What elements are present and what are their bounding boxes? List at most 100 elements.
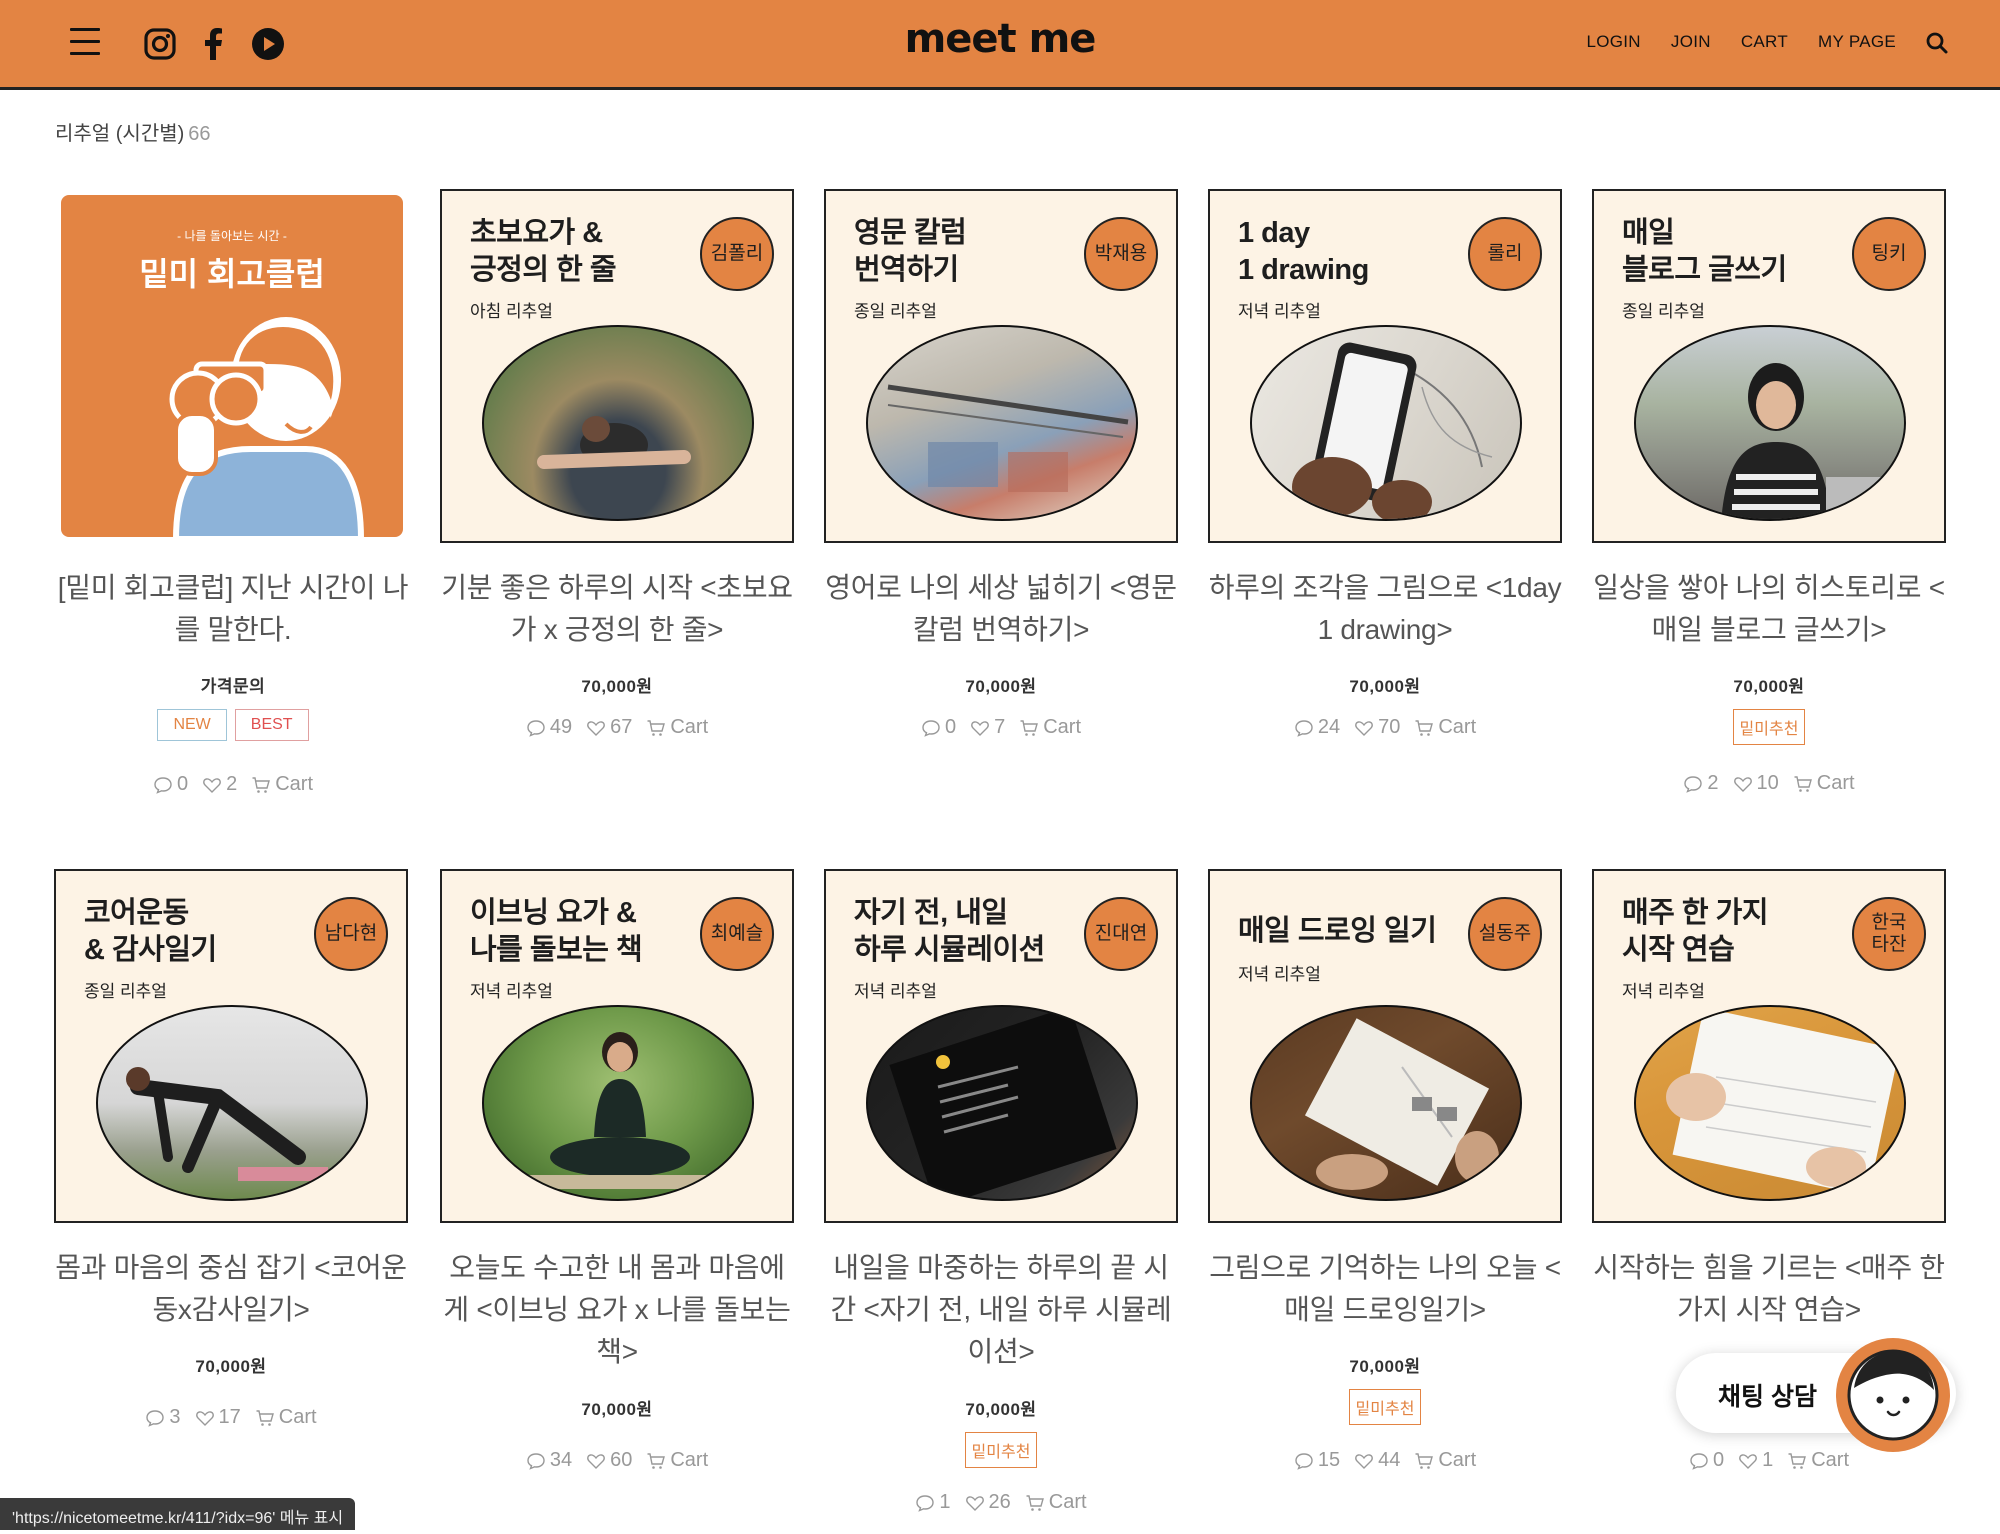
product-thumbnail[interactable]: 영문 칼럼 번역하기 종일 리추얼 박재용 xyxy=(824,189,1178,543)
product-thumbnail[interactable]: 1 day 1 drawing 저녁 리추얼 롤리 xyxy=(1208,189,1562,543)
like-count[interactable]: 1 xyxy=(1738,1449,1773,1472)
product-name[interactable]: 오늘도 수고한 내 몸과 마음에게 <이브닝 요가 x 나를 돌보는 책> xyxy=(440,1247,794,1373)
evening-yoga-photo xyxy=(482,1005,754,1201)
add-to-cart-button[interactable]: Cart xyxy=(1414,716,1476,739)
add-to-cart-button[interactable]: Cart xyxy=(646,1449,708,1472)
cart-icon xyxy=(252,776,271,793)
like-count[interactable]: 60 xyxy=(586,1449,632,1472)
product-thumbnail[interactable]: 매일 블로그 글쓰기 종일 리추얼 팅키 xyxy=(1592,189,1946,543)
host-badge: 남다현 xyxy=(314,897,388,971)
product-price: 70,000원 xyxy=(581,677,653,696)
thumbnail-subtitle: 저녁 리추얼 xyxy=(854,982,937,1001)
comment-count[interactable]: 0 xyxy=(153,773,188,796)
comment-count[interactable]: 49 xyxy=(526,716,572,739)
product-thumbnail[interactable]: - 나를 돌아보는 시간 - 밑미 회고클럽 xyxy=(56,189,410,543)
add-to-cart-button[interactable]: Cart xyxy=(1025,1491,1087,1514)
add-to-cart-button[interactable]: Cart xyxy=(1793,772,1855,795)
heart-icon xyxy=(971,720,989,736)
search-icon[interactable] xyxy=(1924,30,1950,56)
product-tags: 밑미추천 xyxy=(1208,1389,1562,1425)
comment-count[interactable]: 2 xyxy=(1683,772,1719,795)
thumbnail-title: 1 day 1 drawing xyxy=(1238,217,1369,286)
drawing-diary-photo xyxy=(1250,1005,1522,1201)
comment-icon xyxy=(1684,775,1703,793)
product-name[interactable]: 하루의 조각을 그림으로 <1day 1 drawing> xyxy=(1208,567,1562,651)
comment-count[interactable]: 15 xyxy=(1294,1449,1340,1472)
comment-count[interactable]: 3 xyxy=(145,1406,181,1429)
comment-count[interactable]: 0 xyxy=(1689,1449,1724,1472)
comment-count[interactable]: 0 xyxy=(921,716,956,739)
person-binoculars-illustration xyxy=(169,317,365,539)
add-to-cart-button[interactable]: Cart xyxy=(1787,1449,1849,1472)
product-name[interactable]: 기분 좋은 하루의 시작 <초보요가 x 긍정의 한 줄> xyxy=(440,567,794,651)
add-to-cart-button[interactable]: Cart xyxy=(1414,1449,1476,1472)
heart-icon xyxy=(587,720,605,736)
product-price: 70,000원 xyxy=(195,1357,267,1376)
product-name[interactable]: 몸과 마음의 중심 잡기 <코어운동x감사일기> xyxy=(54,1247,408,1331)
cart-icon xyxy=(1794,775,1812,792)
host-badge: 김폴리 xyxy=(700,217,774,291)
nav-cart[interactable]: CART xyxy=(1741,32,1788,52)
comment-icon xyxy=(146,1409,165,1427)
product-name[interactable]: 시작하는 힘을 기르는 <매주 한 가지 시작 연습> xyxy=(1592,1247,1946,1331)
thumbnail-subtitle: 종일 리추얼 xyxy=(854,302,937,321)
product-name[interactable]: 그림으로 기억하는 나의 오늘 <매일 드로잉일기> xyxy=(1208,1247,1562,1331)
nav-join[interactable]: JOIN xyxy=(1671,32,1711,52)
product-meta: 3 17 Cart xyxy=(54,1406,408,1429)
thumbnail-subtitle: 종일 리추얼 xyxy=(1622,302,1705,321)
add-to-cart-button[interactable]: Cart xyxy=(251,773,313,796)
comment-count[interactable]: 24 xyxy=(1294,716,1340,739)
add-to-cart-button[interactable]: Cart xyxy=(255,1406,317,1429)
product-meta: 34 60 Cart xyxy=(440,1449,794,1472)
comment-count[interactable]: 34 xyxy=(526,1449,572,1472)
nav-login[interactable]: LOGIN xyxy=(1586,32,1640,52)
product-count: 66 xyxy=(188,123,211,145)
like-count[interactable]: 44 xyxy=(1354,1449,1400,1472)
product-thumbnail[interactable]: 코어운동 & 감사일기 종일 리추얼 남다현 xyxy=(54,869,408,1223)
thumbnail-title: 이브닝 요가 & 나를 돌보는 책 xyxy=(470,897,643,966)
product-thumbnail[interactable]: 매일 드로잉 일기 저녁 리추얼 설동주 xyxy=(1208,869,1562,1223)
like-count[interactable]: 2 xyxy=(202,773,237,796)
product-thumbnail[interactable]: 자기 전, 내일 하루 시뮬레이션 저녁 리추얼 진대연 xyxy=(824,869,1178,1223)
product-thumbnail[interactable]: 초보요가 & 긍정의 한 줄 아침 리추얼 김폴리 xyxy=(440,189,794,543)
product-name[interactable]: 영어로 나의 세상 넓히기 <영문 칼럼 번역하기> xyxy=(824,567,1178,651)
product-name[interactable]: [밑미 회고클럽] 지난 시간이 나를 말한다. xyxy=(56,567,410,651)
comment-icon xyxy=(154,776,172,794)
product-thumbnail[interactable]: 이브닝 요가 & 나를 돌보는 책 저녁 리추얼 최예슬 xyxy=(440,869,794,1223)
thumbnail-title: 코어운동 & 감사일기 xyxy=(84,897,217,966)
blogger-photo xyxy=(1634,325,1906,521)
chat-avatar[interactable] xyxy=(1836,1338,1950,1452)
product-meta: 2 10 Cart xyxy=(1592,772,1946,795)
product-price: 70,000원 xyxy=(965,677,1037,696)
nav-mypage[interactable]: MY PAGE xyxy=(1818,32,1896,52)
comment-count[interactable]: 1 xyxy=(915,1491,951,1514)
product-meta: 0 2 Cart xyxy=(56,773,410,796)
poster-kicker: - 나를 돌아보는 시간 - xyxy=(177,229,287,243)
product-thumbnail[interactable]: 매주 한 가지 시작 연습 저녁 리추얼 한국 타잔 xyxy=(1592,869,1946,1223)
product-price: 가격문의 xyxy=(200,677,266,696)
product-price: 70,000원 xyxy=(1349,677,1421,696)
like-count[interactable]: 10 xyxy=(1733,772,1779,795)
like-count[interactable]: 70 xyxy=(1354,716,1400,739)
product-name[interactable]: 내일을 마중하는 하루의 끝 시간 <자기 전, 내일 하루 시뮬레이션> xyxy=(824,1247,1178,1373)
cart-icon xyxy=(1788,1452,1807,1469)
heart-icon xyxy=(1355,1453,1373,1469)
cart-icon xyxy=(647,1452,666,1469)
host-badge: 박재용 xyxy=(1084,217,1158,291)
add-to-cart-button[interactable]: Cart xyxy=(646,716,708,739)
category-breadcrumb: 리추얼 (시간별) 66 xyxy=(55,117,211,146)
thumbnail-title: 매일 블로그 글쓰기 xyxy=(1622,217,1787,286)
product-name[interactable]: 일상을 쌓아 나의 히스토리로 <매일 블로그 글쓰기> xyxy=(1592,567,1946,651)
add-to-cart-button[interactable]: Cart xyxy=(1019,716,1081,739)
heart-icon xyxy=(965,1495,984,1511)
best-tag: BEST xyxy=(234,709,309,741)
like-count[interactable]: 26 xyxy=(965,1491,1011,1514)
like-count[interactable]: 67 xyxy=(586,716,632,739)
like-count[interactable]: 7 xyxy=(970,716,1005,739)
like-count[interactable]: 17 xyxy=(195,1406,241,1429)
comment-icon xyxy=(527,1452,545,1470)
poster-title: 밑미 회고클럽 xyxy=(139,256,325,292)
product-meta: 15 44 Cart xyxy=(1208,1449,1562,1472)
product-price: 70,000원 xyxy=(581,1400,653,1419)
chat-label: 채팅 상담 xyxy=(1718,1383,1817,1411)
